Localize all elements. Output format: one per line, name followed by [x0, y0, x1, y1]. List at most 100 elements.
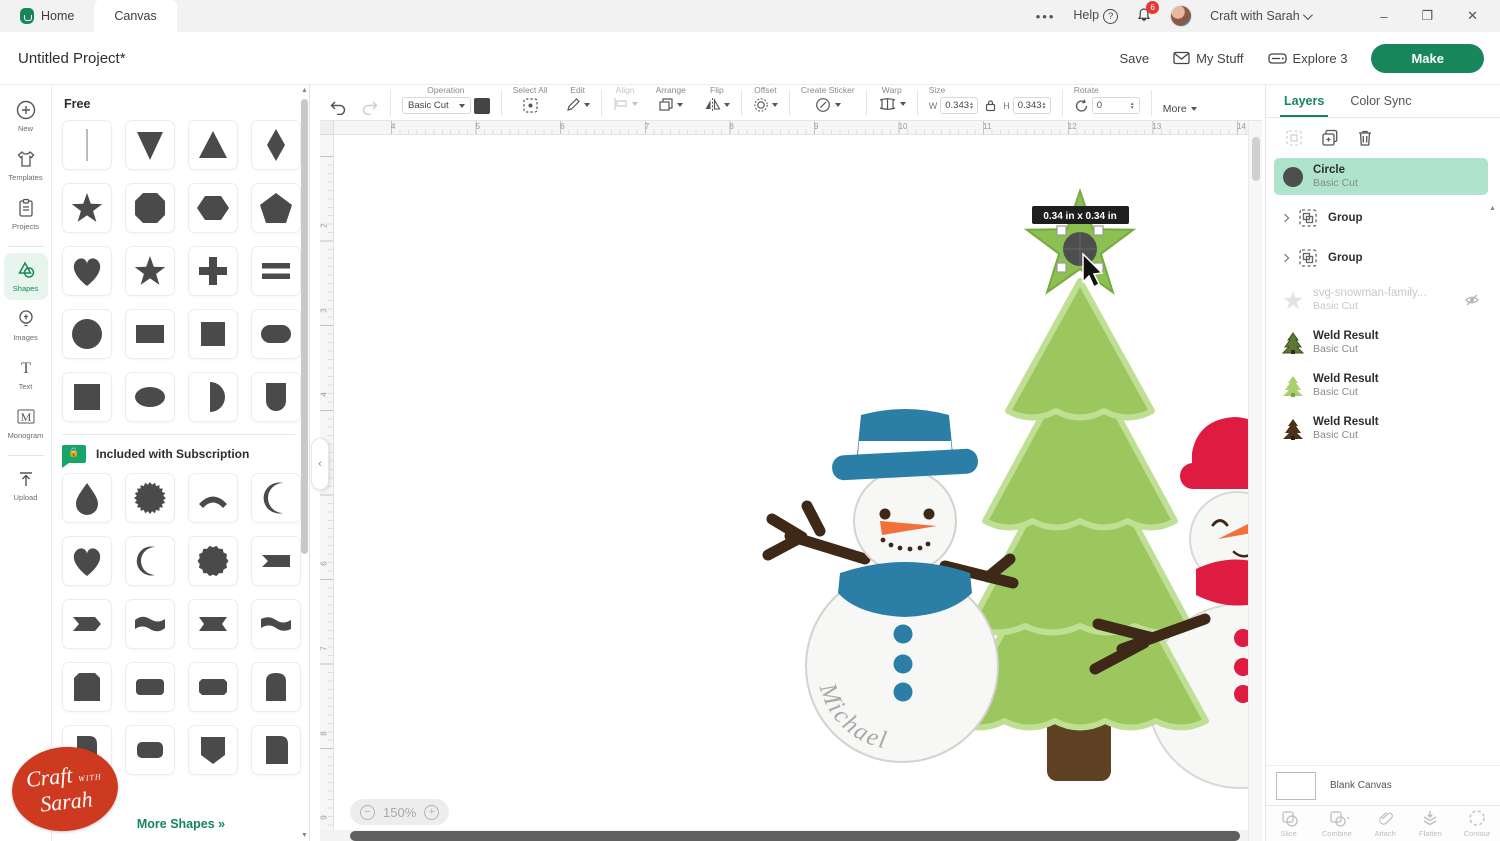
- shape-square2[interactable]: [62, 372, 112, 422]
- shape-tag-round[interactable]: [251, 662, 301, 712]
- window-maximize-button[interactable]: ❐: [1413, 8, 1441, 24]
- sidebar-item-text[interactable]: TText: [4, 351, 48, 398]
- shape-star[interactable]: [62, 183, 112, 233]
- more-menu[interactable]: More: [1154, 85, 1206, 120]
- account-menu[interactable]: Craft with Sarah: [1210, 9, 1310, 23]
- hidden-eye-icon[interactable]: [1464, 293, 1480, 307]
- scroll-down-icon[interactable]: ▼: [300, 832, 309, 839]
- trash-icon[interactable]: [1356, 128, 1374, 148]
- shape-shield[interactable]: [188, 725, 238, 775]
- shape-bracket-frame[interactable]: [125, 725, 175, 775]
- shape-equals[interactable]: [251, 246, 301, 296]
- tab-canvas[interactable]: Canvas: [94, 0, 176, 32]
- shape-teardrop[interactable]: [62, 473, 112, 523]
- edit-control[interactable]: Edit: [557, 85, 599, 120]
- layer-row[interactable]: Weld ResultBasic Cut: [1274, 367, 1488, 404]
- shape-ticket[interactable]: [125, 662, 175, 712]
- shape-tag[interactable]: [62, 662, 112, 712]
- help-menu[interactable]: Help?: [1073, 8, 1118, 24]
- layer-row[interactable]: svg-snowman-family...Basic Cut: [1274, 281, 1488, 318]
- shape-crescent[interactable]: [125, 536, 175, 586]
- shape-circle[interactable]: [62, 309, 112, 359]
- blank-canvas-row[interactable]: Blank Canvas: [1266, 765, 1500, 805]
- slice-button[interactable]: Slice: [1277, 809, 1301, 838]
- width-input[interactable]: 0.343▲▼: [940, 97, 978, 114]
- shape-scallop-circle[interactable]: [188, 536, 238, 586]
- sidebar-item-shapes[interactable]: Shapes: [4, 253, 48, 300]
- shape-square[interactable]: [188, 309, 238, 359]
- shape-pill[interactable]: [251, 309, 301, 359]
- operation-dropdown[interactable]: Basic Cut: [402, 97, 471, 114]
- sidebar-item-monogram[interactable]: MMonogram: [4, 400, 48, 447]
- combine-button[interactable]: Combine: [1322, 809, 1352, 838]
- shape-arch[interactable]: [251, 372, 301, 422]
- shape-starburst[interactable]: [125, 473, 175, 523]
- sidebar-item-images[interactable]: Images: [4, 302, 48, 349]
- my-stuff-button[interactable]: My Stuff: [1173, 51, 1243, 66]
- zoom-in-button[interactable]: +: [424, 805, 439, 820]
- group-select-icon[interactable]: [1284, 128, 1304, 148]
- shape-octagon[interactable]: [125, 183, 175, 233]
- lock-icon[interactable]: [984, 99, 997, 112]
- layer-row[interactable]: Group: [1274, 201, 1488, 235]
- sidebar-item-templates[interactable]: Templates: [4, 142, 48, 189]
- scroll-up-icon[interactable]: ▲: [300, 87, 309, 94]
- shape-pentagon[interactable]: [251, 183, 301, 233]
- shape-line[interactable]: [62, 120, 112, 170]
- shape-ellipse[interactable]: [125, 372, 175, 422]
- explore-button[interactable]: Explore 3: [1268, 51, 1348, 66]
- shape-wave-banner2[interactable]: [251, 599, 301, 649]
- undo-icon[interactable]: [329, 99, 347, 115]
- offset-control[interactable]: Offset: [744, 85, 787, 120]
- color-swatch[interactable]: [474, 98, 490, 114]
- rotate-input[interactable]: 0▲▼: [1092, 97, 1140, 114]
- shape-heart[interactable]: [62, 246, 112, 296]
- shape-arc[interactable]: [188, 473, 238, 523]
- zoom-out-button[interactable]: −: [360, 805, 375, 820]
- layer-row[interactable]: Weld ResultBasic Cut: [1274, 410, 1488, 447]
- shape-plus[interactable]: [188, 246, 238, 296]
- make-button[interactable]: Make: [1371, 44, 1484, 73]
- shape-wave-banner[interactable]: [125, 599, 175, 649]
- shape-rounded-rect[interactable]: [251, 725, 301, 775]
- save-button[interactable]: Save: [1119, 51, 1149, 66]
- warp-control[interactable]: Warp: [869, 85, 915, 120]
- scroll-up-icon[interactable]: ▲: [1488, 205, 1497, 212]
- design-canvas[interactable]: 4567891011121314 23456789: [320, 120, 1262, 841]
- layers-scrollbar[interactable]: ▲ ▼: [1488, 205, 1498, 835]
- shape-arrow-banner[interactable]: [62, 599, 112, 649]
- flip-control[interactable]: Flip: [695, 85, 739, 120]
- shapes-panel-scrollbar[interactable]: ▲ ▼: [300, 87, 309, 839]
- scrollbar-thumb[interactable]: [350, 831, 1240, 841]
- shape-crescent-left[interactable]: [251, 473, 301, 523]
- canvas-horizontal-scrollbar[interactable]: [320, 830, 1248, 841]
- shape-diamond[interactable]: [251, 120, 301, 170]
- height-input[interactable]: 0.343▲▼: [1013, 97, 1051, 114]
- shape-bowtie-banner[interactable]: [188, 599, 238, 649]
- shape-rectangle[interactable]: [125, 309, 175, 359]
- duplicate-icon[interactable]: [1320, 128, 1340, 148]
- shape-ribbon-flag[interactable]: [251, 536, 301, 586]
- layer-row[interactable]: Weld ResultBasic Cut: [1274, 324, 1488, 361]
- scrollbar-thumb[interactable]: [1252, 137, 1260, 181]
- window-close-button[interactable]: ✕: [1459, 8, 1486, 24]
- layer-row[interactable]: Group: [1274, 241, 1488, 275]
- shape-triangle[interactable]: [188, 120, 238, 170]
- shape-heart2[interactable]: [62, 536, 112, 586]
- sidebar-item-new[interactable]: New: [4, 93, 48, 140]
- tab-home[interactable]: Home: [0, 0, 94, 32]
- attach-button[interactable]: Attach: [1373, 809, 1397, 838]
- window-minimize-button[interactable]: –: [1372, 9, 1395, 24]
- expand-chevron-icon[interactable]: [1281, 254, 1289, 262]
- canvas-vertical-scrollbar[interactable]: [1248, 121, 1262, 841]
- sidebar-item-upload[interactable]: Upload: [4, 462, 48, 509]
- shape-triangle-down[interactable]: [125, 120, 175, 170]
- contour-button[interactable]: Contour: [1464, 809, 1491, 838]
- tab-layers[interactable]: Layers: [1284, 94, 1324, 108]
- notifications-bell[interactable]: 6: [1136, 7, 1152, 26]
- shape-ticket-frame[interactable]: [188, 662, 238, 712]
- panel-collapse-handle[interactable]: ‹: [311, 438, 329, 490]
- create-sticker-control[interactable]: Create Sticker: [792, 85, 864, 120]
- expand-chevron-icon[interactable]: [1281, 214, 1289, 222]
- overflow-menu-icon[interactable]: •••: [1036, 9, 1056, 24]
